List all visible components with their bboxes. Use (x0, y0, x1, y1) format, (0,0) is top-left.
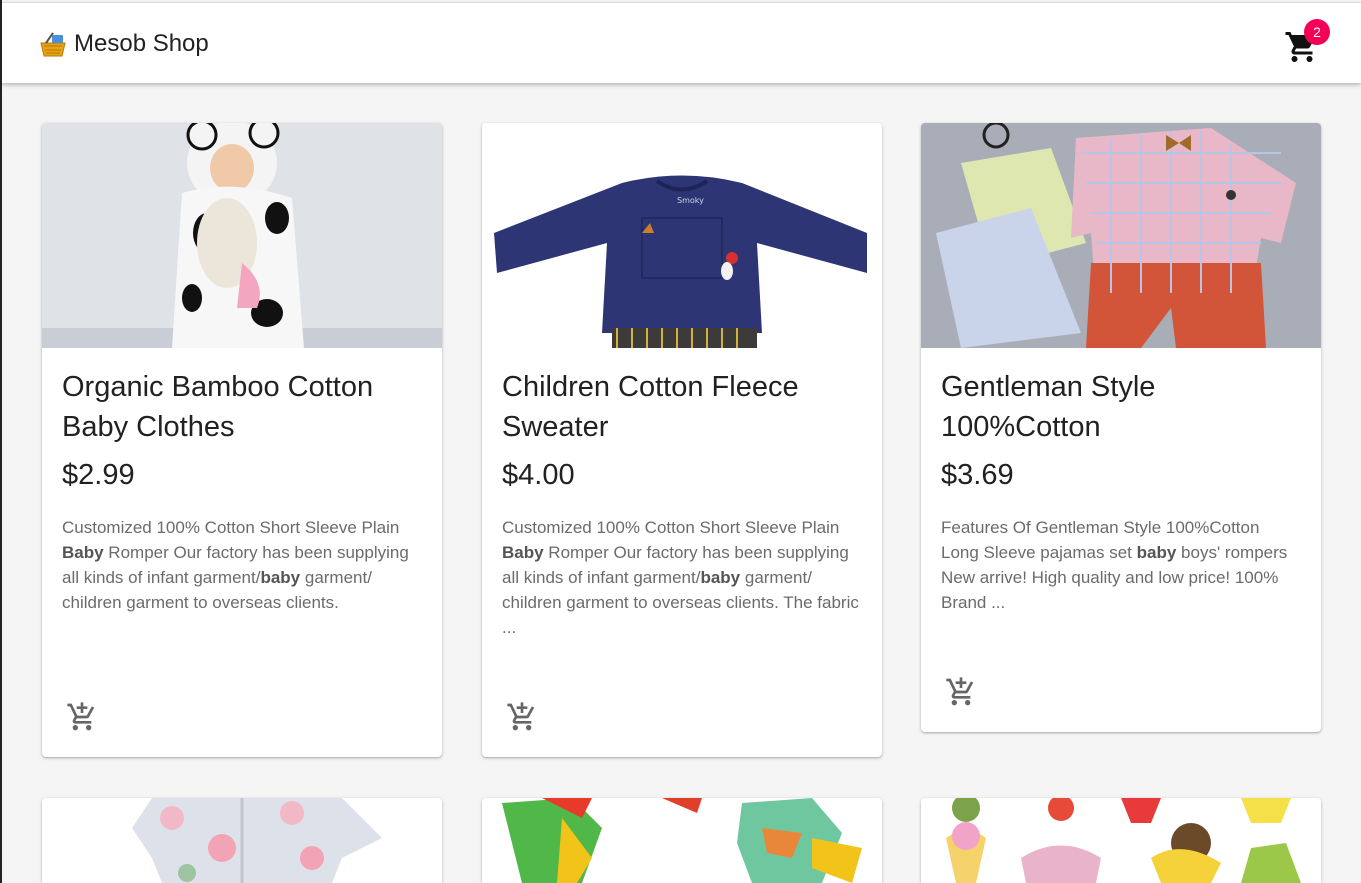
highlighted-keyword: baby (1136, 543, 1177, 562)
product-image (482, 798, 882, 883)
product-card: Organic Bamboo Cotton Baby Clothes $2.99… (42, 123, 442, 757)
product-card (921, 798, 1321, 883)
app-title: Mesob Shop (74, 30, 209, 57)
product-image (921, 798, 1321, 883)
product-price: $4.00 (502, 459, 575, 491)
add-shopping-cart-icon[interactable] (66, 701, 98, 733)
description-text: Customized 100% Cotton Short Sleeve Plai… (62, 518, 400, 537)
highlighted-keyword: Baby (502, 543, 544, 562)
product-description: Customized 100% Cotton Short Sleeve Plai… (502, 515, 862, 640)
highlighted-keyword: baby (260, 568, 301, 587)
app-bar: Mesob Shop 2 (2, 2, 1361, 83)
product-image (42, 123, 442, 348)
svg-text:Smoky: Smoky (677, 196, 704, 205)
product-card: Gentleman Style 100%Cotton $3.69 Feature… (921, 123, 1321, 732)
product-image (921, 123, 1321, 348)
highlighted-keyword: Baby (62, 543, 104, 562)
product-image (42, 798, 442, 883)
product-title[interactable]: Gentleman Style 100%Cotton (941, 367, 1301, 447)
product-description: Customized 100% Cotton Short Sleeve Plai… (62, 515, 422, 615)
add-shopping-cart-icon[interactable] (506, 701, 538, 733)
basket-icon (40, 32, 66, 57)
product-card: Smoky Children Cotton Fleece Sweater $4.… (482, 123, 882, 757)
product-price: $3.69 (941, 459, 1014, 491)
product-card (42, 798, 442, 883)
product-price: $2.99 (62, 459, 135, 491)
product-title[interactable]: Organic Bamboo Cotton Baby Clothes (62, 367, 422, 447)
cart-count-badge: 2 (1304, 19, 1330, 45)
add-shopping-cart-icon[interactable] (945, 676, 977, 708)
brand[interactable]: Mesob Shop (38, 29, 209, 59)
product-card (482, 798, 882, 883)
product-image: Smoky (482, 123, 882, 348)
description-text: Customized 100% Cotton Short Sleeve Plai… (502, 518, 840, 537)
product-title[interactable]: Children Cotton Fleece Sweater (502, 367, 862, 447)
window-edge (0, 0, 2, 883)
product-description: Features Of Gentleman Style 100%Cotton L… (941, 515, 1301, 615)
highlighted-keyword: baby (700, 568, 741, 587)
